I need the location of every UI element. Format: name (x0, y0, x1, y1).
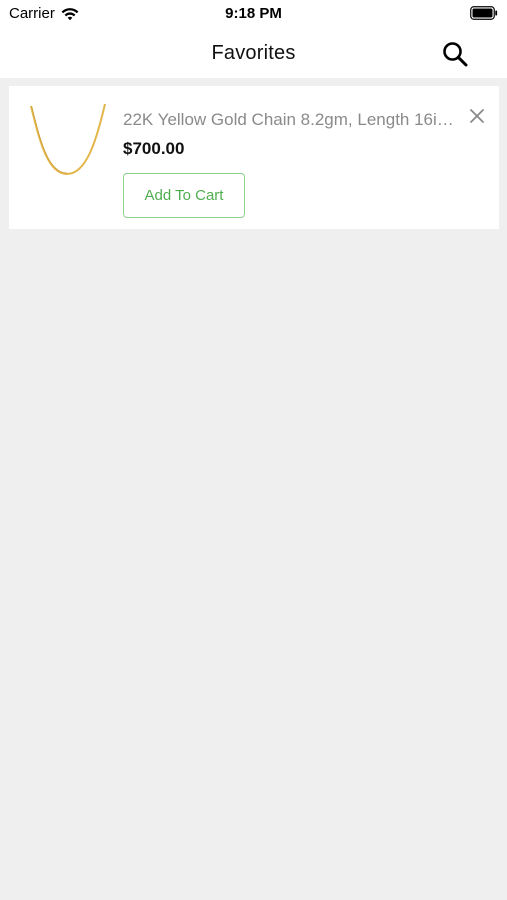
page-title: Favorites (211, 42, 296, 64)
status-bar: Carrier 9:18 PM (0, 0, 507, 30)
status-time: 9:18 PM (225, 5, 282, 22)
favorite-item-card: 22K Yellow Gold Chain 8.2gm, Length 16in… (9, 86, 499, 229)
product-price: $700.00 (123, 139, 185, 158)
search-icon[interactable] (441, 40, 469, 68)
battery-icon (470, 6, 498, 20)
navigation-bar: Favorites (0, 30, 507, 78)
close-icon[interactable] (469, 108, 485, 124)
product-name[interactable]: 22K Yellow Gold Chain 8.2gm, Length 16in… (123, 110, 463, 130)
add-to-cart-button[interactable]: Add To Cart (123, 173, 245, 218)
gold-chain-image[interactable] (27, 98, 109, 188)
